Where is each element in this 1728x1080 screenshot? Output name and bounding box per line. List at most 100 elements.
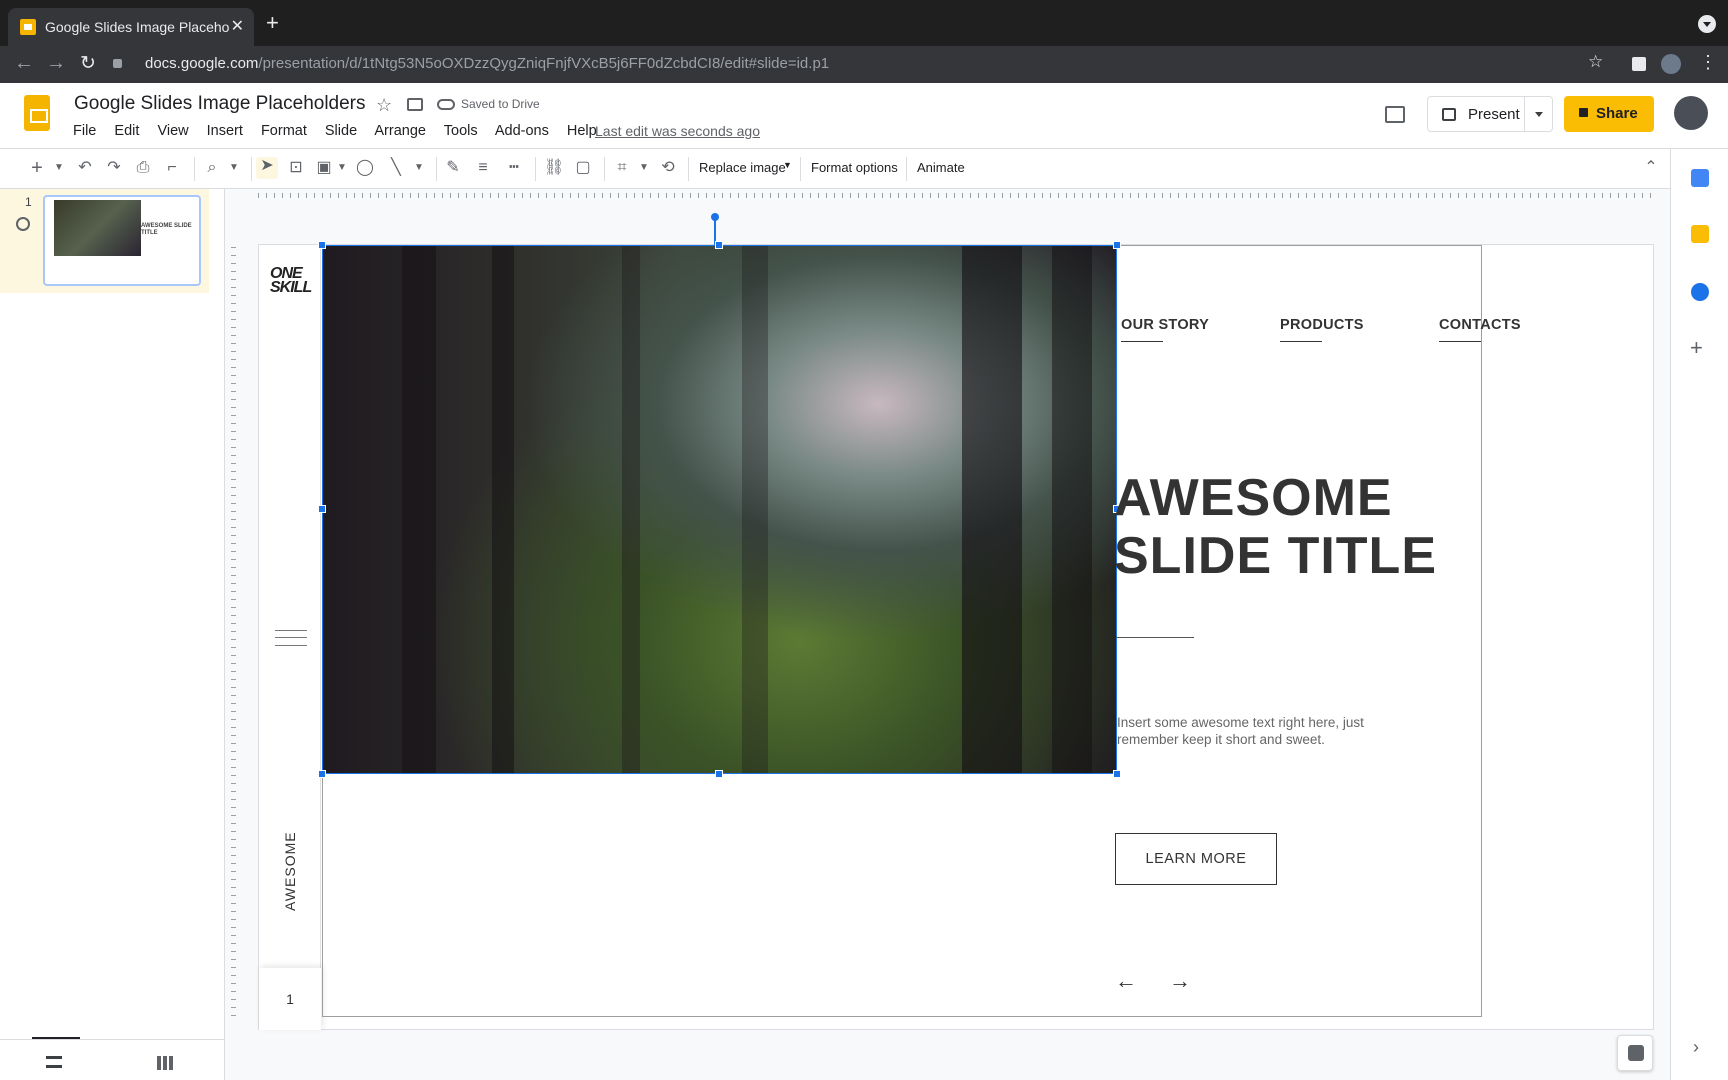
expand-panel-icon[interactable]: › (1693, 1037, 1699, 1058)
nav-products[interactable]: PRODUCTS (1280, 317, 1364, 342)
zoom-icon[interactable]: ⌕ (203, 159, 221, 177)
redo-icon[interactable]: ↷ (105, 159, 123, 177)
nav-our-story[interactable]: OUR STORY (1121, 317, 1209, 342)
new-slide-icon[interactable]: + (28, 158, 46, 178)
menu-file[interactable]: File (73, 123, 96, 139)
hamburger-menu-icon[interactable] (275, 630, 307, 646)
line-icon[interactable]: ╲ (387, 159, 405, 177)
one-skill-logo: ONE SKILL (270, 266, 312, 296)
vertical-awesome-label[interactable]: AWESOME (282, 831, 298, 911)
new-slide-dropdown-icon[interactable]: ▼ (50, 159, 68, 177)
resize-handle-nw[interactable] (318, 241, 326, 249)
prev-arrow-icon[interactable]: ← (1115, 968, 1137, 994)
menu-slide[interactable]: Slide (325, 123, 357, 139)
select-cursor-icon[interactable]: ➤ (256, 157, 278, 179)
insert-link-icon[interactable]: ⛓ (544, 159, 564, 177)
move-folder-icon[interactable] (407, 98, 423, 111)
share-button[interactable]: Share (1564, 96, 1654, 132)
view-toggle (0, 1039, 225, 1080)
replace-image-button[interactable]: Replace image (699, 160, 786, 175)
url-field[interactable]: docs.google.com/presentation/d/1tNtg53N5… (145, 55, 829, 72)
next-arrow-icon[interactable]: → (1169, 968, 1191, 994)
menu-tools[interactable]: Tools (444, 123, 478, 139)
mask-dropdown-icon[interactable]: ▼ (635, 159, 653, 177)
present-dropdown-icon[interactable] (1524, 97, 1554, 131)
add-comment-icon[interactable]: ▢ (574, 159, 592, 177)
slide-thumbnail-row[interactable]: 1 AWESOME SLIDE TITLE (0, 189, 209, 293)
lock-icon[interactable] (113, 59, 122, 68)
logo-line-two: SKILL (270, 279, 312, 296)
rotation-handle[interactable] (711, 213, 719, 221)
star-icon[interactable]: ☆ (376, 95, 392, 116)
format-options-button[interactable]: Format options (811, 160, 898, 175)
slide-body-text[interactable]: Insert some awesome text right here, jus… (1117, 714, 1397, 748)
forward-icon[interactable]: → (46, 52, 66, 75)
close-tab-icon[interactable]: ✕ (231, 16, 244, 36)
zoom-dropdown-icon[interactable]: ▼ (225, 159, 243, 177)
undo-icon[interactable]: ↶ (76, 159, 94, 177)
shape-icon[interactable]: ◯ (356, 159, 374, 177)
present-button[interactable]: Present (1427, 96, 1553, 132)
slide-title[interactable]: AWESOME SLIDE TITLE (1114, 469, 1437, 585)
menu-arrange[interactable]: Arrange (374, 123, 426, 139)
menu-insert[interactable]: Insert (207, 123, 243, 139)
paint-format-icon[interactable]: ⌐ (163, 159, 181, 177)
tab-search-icon[interactable] (1698, 15, 1716, 33)
menu-edit[interactable]: Edit (114, 123, 139, 139)
resize-handle-sw[interactable] (318, 770, 326, 778)
slides-logo-icon[interactable] (24, 95, 50, 131)
resize-handle-s[interactable] (715, 770, 723, 778)
border-color-icon[interactable]: ✎ (444, 159, 462, 177)
image-dropdown-icon[interactable]: ▼ (333, 159, 351, 177)
nav-contacts[interactable]: CONTACTS (1439, 317, 1521, 342)
last-edit-link[interactable]: Last edit was seconds ago (595, 123, 760, 139)
border-dash-icon[interactable]: ┅ (505, 159, 523, 177)
browser-tab[interactable]: Google Slides Image Placehold ✕ (8, 8, 254, 46)
reset-image-icon[interactable]: ⟲ (659, 159, 677, 177)
resize-handle-se[interactable] (1113, 770, 1121, 778)
animate-button[interactable]: Animate (917, 160, 965, 175)
resize-handle-w[interactable] (318, 505, 326, 513)
menu-bar: File Edit View Insert Format Slide Arran… (73, 123, 611, 139)
resize-handle-ne[interactable] (1113, 241, 1121, 249)
keep-icon[interactable] (1691, 225, 1709, 243)
filmstrip-panel: 1 AWESOME SLIDE TITLE (0, 189, 225, 1080)
slide-canvas[interactable]: ONE SKILL AWESOME 1 OUR STORY PRODUCTS C… (258, 213, 1654, 1030)
profile-avatar-icon[interactable] (1661, 54, 1681, 74)
comment-history-icon[interactable] (1385, 106, 1405, 123)
address-bar: ← → ↻ docs.google.com/presentation/d/1tN… (0, 46, 1728, 83)
account-avatar[interactable] (1674, 96, 1708, 130)
menu-help[interactable]: Help (567, 123, 597, 139)
crop-icon[interactable]: ⌗ (613, 159, 631, 177)
text-box-icon[interactable]: ⊡ (287, 159, 305, 177)
print-icon[interactable]: ⎙ (134, 159, 152, 177)
replace-image-dropdown-icon[interactable]: ▼ (783, 160, 792, 170)
line-dropdown-icon[interactable]: ▼ (410, 159, 428, 177)
calendar-icon[interactable] (1691, 169, 1709, 187)
vertical-ruler[interactable] (228, 240, 238, 1020)
extensions-icon[interactable] (1632, 57, 1646, 71)
explore-icon[interactable] (1617, 1035, 1653, 1071)
menu-format[interactable]: Format (261, 123, 307, 139)
filmstrip-view-icon[interactable] (46, 1056, 62, 1068)
browser-menu-icon[interactable]: ⋮ (1699, 52, 1717, 73)
image-selection-box[interactable] (322, 245, 1117, 774)
learn-more-button[interactable]: LEARN MORE (1115, 833, 1277, 885)
horizontal-ruler[interactable] (258, 189, 1654, 202)
image-icon[interactable]: ▣ (315, 159, 333, 177)
document-title[interactable]: Google Slides Image Placeholders (74, 93, 366, 115)
collapse-toolbar-icon[interactable]: ⌃ (1642, 159, 1660, 177)
resize-handle-n[interactable] (715, 241, 723, 249)
tasks-icon[interactable] (1691, 283, 1709, 301)
menu-view[interactable]: View (157, 123, 188, 139)
new-tab-icon[interactable]: + (266, 10, 279, 36)
add-addon-icon[interactable]: + (1690, 335, 1703, 361)
menu-addons[interactable]: Add-ons (495, 123, 549, 139)
bookmark-star-icon[interactable]: ☆ (1588, 52, 1603, 72)
border-weight-icon[interactable]: ≡ (474, 159, 492, 177)
reload-icon[interactable]: ↻ (80, 52, 96, 75)
grid-view-icon[interactable] (157, 1056, 173, 1070)
slide-page-number[interactable]: 1 (259, 968, 321, 1030)
back-icon[interactable]: ← (14, 52, 34, 75)
slide-thumbnail[interactable]: AWESOME SLIDE TITLE (43, 195, 201, 286)
